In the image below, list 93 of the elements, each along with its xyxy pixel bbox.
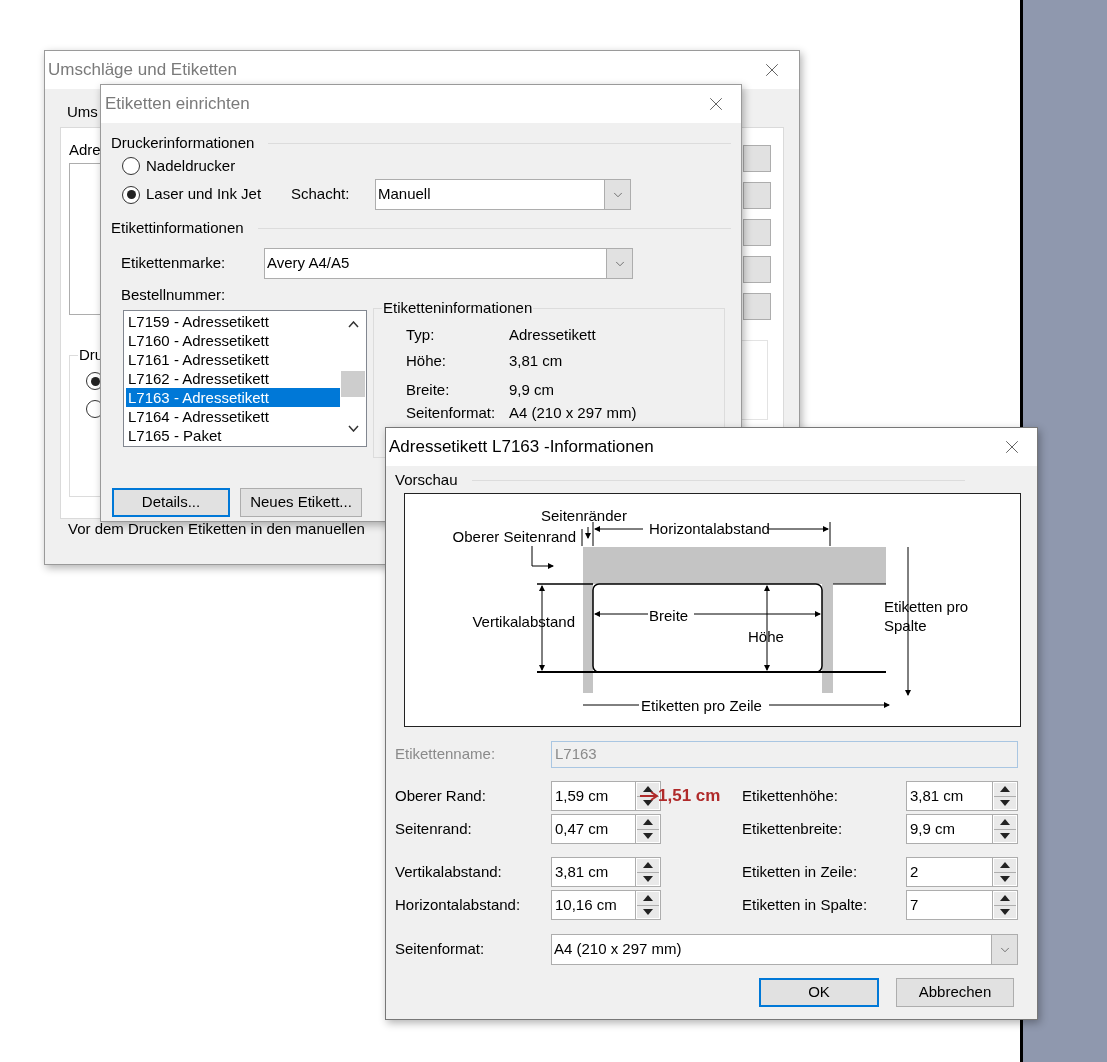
increment-button[interactable] xyxy=(994,816,1016,830)
diagram-label: Höhe xyxy=(748,628,784,646)
list-item[interactable]: L7165 - Paket xyxy=(126,426,340,445)
window-title: Umschläge und Etiketten xyxy=(48,59,237,82)
chevron-down-icon[interactable] xyxy=(347,425,359,432)
field-label: Seitenrand: xyxy=(395,818,473,839)
list-item[interactable]: L7163 - Adressetikett xyxy=(126,388,340,407)
dialog-button[interactable]: OK xyxy=(759,978,879,1007)
section-heading: Etikettinformationen xyxy=(111,217,244,238)
field-label: Schacht: xyxy=(291,184,351,205)
field-label: Etiketten in Zeile: xyxy=(742,861,859,882)
dropdown[interactable]: Avery A4/A5 xyxy=(264,248,633,279)
chevron-up-icon[interactable] xyxy=(347,321,359,328)
arrow-down-icon xyxy=(643,908,653,915)
info-value: A4 (210 x 297 mm) xyxy=(509,402,637,423)
arrow-up-icon xyxy=(643,786,653,793)
info-value: 3,81 cm xyxy=(509,350,563,371)
number-field[interactable]: 10,16 cm xyxy=(551,890,636,920)
field-label: Etikettenname: xyxy=(395,744,497,765)
arrow-down-icon xyxy=(643,832,653,839)
diagram-label: Vertikalabstand xyxy=(472,613,575,631)
field-label: Bestellnummer: xyxy=(121,286,227,304)
list-item[interactable]: L7160 - Adressetikett xyxy=(126,331,340,350)
list-item[interactable]: L7162 - Adressetikett xyxy=(126,369,340,388)
field-label: Etikettenhöhe: xyxy=(742,785,839,806)
arrow-up-icon xyxy=(643,895,653,902)
radio-button[interactable] xyxy=(122,157,140,175)
list-item[interactable]: L7161 - Adressetikett xyxy=(126,350,340,369)
radio-label: Laser und Ink Jet xyxy=(146,184,263,205)
arrow-down-icon xyxy=(643,799,653,806)
tab[interactable]: Ums xyxy=(67,103,98,115)
arrow-up-icon xyxy=(1000,862,1010,869)
arrow-up-icon xyxy=(1000,786,1010,793)
diagram-label: Etiketten pro Spalte xyxy=(884,597,970,635)
info-label: Höhe: xyxy=(406,350,448,371)
dialog-button[interactable]: Abbrechen xyxy=(896,978,1014,1007)
info-label: Typ: xyxy=(406,324,436,345)
increment-button[interactable] xyxy=(994,892,1016,906)
window-title: Etiketten einrichten xyxy=(105,93,250,116)
field-label: Etiketten in Spalte: xyxy=(742,894,869,915)
field-label: Etikettenbreite: xyxy=(742,818,844,839)
list-item[interactable]: L7159 - Adressetikett xyxy=(126,312,340,331)
info-label: Seitenformat: xyxy=(406,402,497,423)
section-heading: Vorschau xyxy=(395,469,458,490)
arrow-up-icon xyxy=(1000,895,1010,902)
field-label: Oberer Rand: xyxy=(395,785,487,806)
field-label: Vertikalabstand: xyxy=(395,861,503,882)
arrow-down-icon xyxy=(1000,799,1010,806)
annotation-arrow-icon xyxy=(640,791,658,801)
number-field[interactable]: 9,9 cm xyxy=(906,814,993,844)
info-label: Breite: xyxy=(406,379,451,400)
diagram-label: Etiketten pro Zeile xyxy=(641,697,762,715)
section-heading: Druckerinformationen xyxy=(111,132,255,153)
scrollbar-thumb[interactable] xyxy=(341,371,365,397)
info-value: Adressetikett xyxy=(509,324,596,345)
arrow-up-icon xyxy=(643,819,653,826)
diagram-label: Oberer Seitenrand xyxy=(452,528,576,546)
window-title: Adressetikett L7163 -Informationen xyxy=(389,436,654,459)
number-field[interactable]: 1,59 cm xyxy=(551,781,636,811)
footer-text: Vor dem Drucken Etiketten in den manuellen xyxy=(68,520,365,538)
increment-button[interactable] xyxy=(637,892,659,906)
arrow-down-icon xyxy=(643,875,653,882)
arrow-down-icon xyxy=(1000,832,1010,839)
number-field[interactable]: 2 xyxy=(906,857,993,887)
diagram-label: Seitenränder xyxy=(541,507,627,525)
increment-button[interactable] xyxy=(637,816,659,830)
arrow-down-icon xyxy=(1000,908,1010,915)
number-field[interactable]: 0,47 cm xyxy=(551,814,636,844)
field-label: Adre xyxy=(69,141,101,159)
increment-button[interactable] xyxy=(994,859,1016,873)
dropdown[interactable]: Manuell xyxy=(375,179,631,210)
field-label: Etikettenmarke: xyxy=(121,253,227,274)
dropdown[interactable]: A4 (210 x 297 mm) xyxy=(551,934,1018,965)
annotation-text: 1,51 cm xyxy=(658,786,721,806)
arrow-up-icon xyxy=(643,862,653,869)
field-label: Seitenformat: xyxy=(395,939,486,960)
list-item[interactable]: L7164 - Adressetikett xyxy=(126,407,340,426)
diagram-label: Horizontalabstand xyxy=(649,520,770,538)
info-value: 9,9 cm xyxy=(509,379,554,400)
number-field[interactable]: 3,81 cm xyxy=(551,857,636,887)
increment-button[interactable] xyxy=(994,783,1016,797)
pointer-arrow xyxy=(531,545,554,569)
increment-button[interactable] xyxy=(637,859,659,873)
field-label: Horizontalabstand: xyxy=(395,894,522,915)
radio-label: Nadeldrucker xyxy=(146,155,236,176)
arrow-up-icon xyxy=(1000,819,1010,826)
number-field[interactable]: 3,81 cm xyxy=(906,781,993,811)
arrow-down-icon xyxy=(1000,875,1010,882)
dialog-button[interactable]: Neues Etikett... xyxy=(240,488,362,517)
diagram-label: Breite xyxy=(649,607,689,625)
number-field[interactable]: 7 xyxy=(906,890,993,920)
dialog-button[interactable]: Details... xyxy=(112,488,230,517)
radio-button[interactable] xyxy=(122,185,140,204)
